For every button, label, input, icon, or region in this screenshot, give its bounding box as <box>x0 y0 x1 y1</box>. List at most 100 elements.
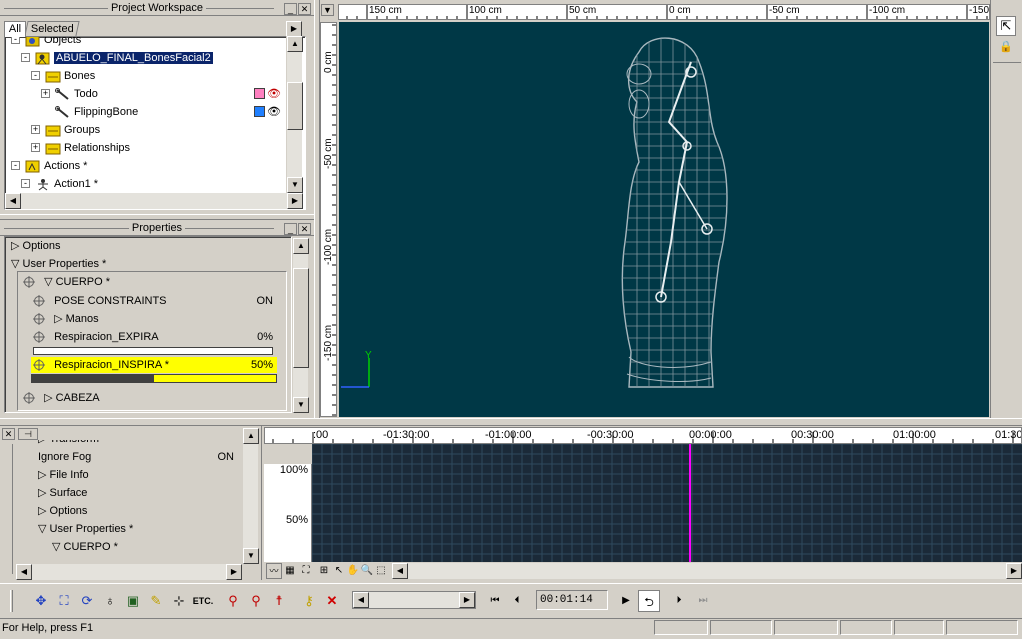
skeleton-tool-icon[interactable]: ☨ <box>268 590 290 612</box>
eye-icon[interactable]: 👁 <box>267 103 281 121</box>
expira-slider[interactable] <box>33 347 273 355</box>
scroll-up-button[interactable]: ▲ <box>293 238 309 254</box>
tree-item[interactable]: - Actions * <box>11 157 285 175</box>
scroll-left-button[interactable]: ◀ <box>5 193 21 209</box>
play-icon[interactable]: ▶ <box>615 590 637 612</box>
tree-item[interactable]: - Objects <box>11 37 285 49</box>
scroll-thumb[interactable] <box>293 268 309 368</box>
expand-icon[interactable]: + <box>41 89 50 98</box>
tree-item[interactable]: - ABUELO_FINAL_BonesFacial2 <box>21 49 285 67</box>
workspace-tree[interactable]: - Objects - ABUELO_FINAL_BonesFacial2 - Bones… <box>4 36 306 210</box>
timeline-pin-button[interactable]: ⊣ <box>18 428 38 440</box>
scroll-up-button[interactable]: ▲ <box>243 428 259 444</box>
constraint-tool-icon[interactable]: ⚲ <box>222 590 244 612</box>
viewport-menu-button[interactable]: ▼ <box>321 4 334 16</box>
time-slider[interactable]: ◀ ▶ <box>352 591 476 609</box>
camera-tool-icon[interactable]: ▣ <box>122 590 144 612</box>
collapse-icon[interactable]: - <box>21 53 30 62</box>
prev-frame-icon[interactable]: ⏴ <box>506 590 528 612</box>
workspace-tree-vscroll[interactable]: ▲ ▼ <box>286 36 303 193</box>
frame-icon[interactable]: ⊞ <box>316 563 332 579</box>
scale-tool-icon[interactable]: ⛶ <box>53 590 75 612</box>
key-icon[interactable]: ⚷ <box>298 590 320 612</box>
collapse-icon[interactable]: - <box>11 161 20 170</box>
go-to-start-icon[interactable]: ⏮ <box>484 590 506 612</box>
scroll-left-button[interactable]: ◀ <box>16 564 32 580</box>
tab-selected[interactable]: Selected <box>24 21 80 36</box>
tree-item[interactable]: + Groups <box>31 121 285 139</box>
delete-key-icon[interactable]: ✕ <box>321 590 343 612</box>
tree-item[interactable]: + Todo 👁 <box>41 85 285 103</box>
timeline-props-vscroll[interactable]: ▲ ▼ <box>242 428 259 564</box>
scroll-down-button[interactable]: ▼ <box>293 397 309 413</box>
3d-viewport[interactable]: Y <box>339 22 989 417</box>
scroll-down-button[interactable]: ▼ <box>243 548 259 564</box>
rotate-tool-icon[interactable]: ⟳ <box>76 590 98 612</box>
timeline-prop-row[interactable]: ▽ CUERPO * <box>52 538 242 556</box>
timeline-prop-row[interactable]: Ignore Fog ON <box>38 448 238 466</box>
prop-respiracion-inspira[interactable]: Respiracion_INSPIRA * 50% <box>31 357 277 373</box>
tree-item[interactable]: - Bones <box>31 67 285 85</box>
tree-item[interactable]: + Relationships <box>31 139 285 157</box>
workspace-minimize-button[interactable]: _ <box>284 3 297 15</box>
etc-button[interactable]: ETC. <box>191 590 215 612</box>
scroll-right-button[interactable]: ▶ <box>226 564 242 580</box>
null-tool-icon[interactable]: ⊹ <box>168 590 190 612</box>
scroll-left-button[interactable]: ◀ <box>353 592 369 608</box>
scroll-thumb[interactable] <box>287 82 303 130</box>
tab-scroll-right-button[interactable]: ▶ <box>286 21 302 37</box>
color-swatch[interactable] <box>254 106 265 117</box>
properties-minimize-button[interactable]: _ <box>284 223 297 235</box>
constraint2-tool-icon[interactable]: ⚲ <box>245 590 267 612</box>
go-to-end-icon[interactable]: ⏭ <box>692 590 714 612</box>
timeline-prop-row[interactable]: ▷ Surface <box>38 484 238 502</box>
prop-cabeza[interactable]: ▷ CABEZA <box>23 389 100 407</box>
timeline-close-button[interactable]: ✕ <box>2 428 15 440</box>
hidden-eye-icon[interactable]: 👁 <box>267 85 281 103</box>
scroll-right-button[interactable]: ▶ <box>1006 563 1022 579</box>
collapse-icon[interactable]: - <box>31 71 40 80</box>
next-frame-icon[interactable]: ⏵ <box>668 590 690 612</box>
expand-icon[interactable]: + <box>31 143 40 152</box>
properties-list[interactable]: ▷ Options ▽ User Properties * ▽ CUERPO *… <box>4 236 292 413</box>
pointer-icon[interactable]: ↖ <box>332 563 346 579</box>
lock-icon[interactable]: 🔒 <box>996 38 1016 56</box>
expand-icon[interactable]: + <box>31 125 40 134</box>
scroll-right-button[interactable]: ▶ <box>459 592 475 608</box>
tree-item[interactable]: - Action1 * <box>21 175 285 193</box>
zoom-icon[interactable]: 🔍 <box>360 563 374 579</box>
loop-icon[interactable]: ⮌ <box>638 590 660 612</box>
color-swatch[interactable] <box>254 88 265 99</box>
timeline-props-hscroll[interactable]: ◀ ▶ <box>16 564 242 580</box>
workspace-splitter[interactable] <box>0 214 314 220</box>
timeline-props-list[interactable]: ▷ TransformIgnore FogON▷ File Info▷ Surf… <box>16 440 242 564</box>
fit-view-icon[interactable]: ⛶ <box>298 563 314 579</box>
collapse-icon[interactable]: - <box>11 37 20 44</box>
timeline-hscroll-track[interactable] <box>408 563 1006 579</box>
translate-tool-icon[interactable]: ✥ <box>30 590 52 612</box>
prop-pose-constraints[interactable]: POSE CONSTRAINTS ON <box>33 292 273 310</box>
current-time-field[interactable]: 00:01:14 <box>536 590 608 610</box>
timeline-prop-row[interactable]: ▷ Options <box>38 502 238 520</box>
tree-item[interactable]: FlippingBone 👁 <box>55 103 285 121</box>
marquee-icon[interactable]: ⬚ <box>374 563 388 579</box>
prop-manos[interactable]: ▷ Manos <box>33 310 273 328</box>
properties-close-button[interactable]: ✕ <box>298 223 311 235</box>
scroll-right-button[interactable]: ▶ <box>287 193 303 209</box>
light-tool-icon[interactable]: ✎ <box>145 590 167 612</box>
tab-all[interactable]: All <box>4 21 26 37</box>
grid-view-icon[interactable]: ▦ <box>282 563 298 579</box>
collapse-icon[interactable]: - <box>21 179 30 188</box>
timeline-splitter[interactable] <box>0 418 1022 426</box>
scroll-left-button[interactable]: ◀ <box>392 563 408 579</box>
prop-cuerpo[interactable]: ▽ CUERPO * <box>23 273 110 291</box>
select-arrow-icon[interactable]: ⇱ <box>996 16 1016 36</box>
timeline-prop-row[interactable]: ▷ File Info <box>38 466 238 484</box>
workspace-tree-hscroll[interactable]: ◀ ▶ <box>5 193 303 209</box>
timeline-props-gripper[interactable] <box>3 444 13 574</box>
graph-view-icon[interactable]: 〰 <box>266 563 282 579</box>
prop-options[interactable]: ▷ Options <box>11 237 60 255</box>
inspira-slider[interactable] <box>31 374 277 383</box>
prop-respiracion-expira[interactable]: Respiracion_EXPIRA 0% <box>33 328 273 346</box>
scroll-up-button[interactable]: ▲ <box>287 36 303 52</box>
